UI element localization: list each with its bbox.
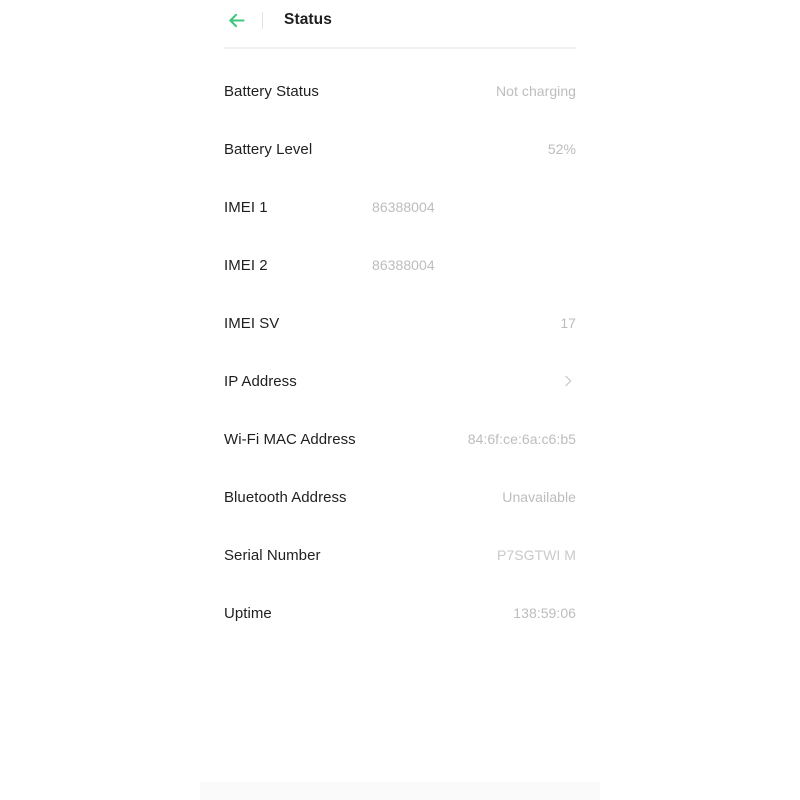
row-value: 86388004 xyxy=(372,199,435,215)
row-imei-2: IMEI 2 86388004 xyxy=(224,236,576,294)
row-bluetooth-address: Bluetooth Address Unavailable xyxy=(224,468,576,526)
row-label: IP Address xyxy=(224,372,297,390)
row-label: Battery Level xyxy=(224,140,313,158)
chevron-right-icon[interactable] xyxy=(560,373,576,389)
status-list: Battery Status Not charging Battery Leve… xyxy=(224,62,576,642)
row-value: 86388004 xyxy=(372,257,435,273)
row-label: Uptime xyxy=(224,604,272,622)
app-bar-divider xyxy=(262,11,263,29)
bottom-navigation-bar xyxy=(200,782,600,800)
page-title: Status xyxy=(284,11,332,28)
row-value: Unavailable xyxy=(502,489,576,505)
row-wifi-mac-address: Wi-Fi MAC Address 84:6f:ce:6a:c6:b5 xyxy=(224,410,576,468)
app-bar: Status xyxy=(224,0,576,40)
row-ip-address[interactable]: IP Address xyxy=(224,352,576,410)
row-label: IMEI 1 xyxy=(224,198,268,216)
row-battery-level: Battery Level 52% xyxy=(224,120,576,178)
row-value: 138:59:06 xyxy=(513,605,576,621)
content-column: Status Battery Status Not charging Batte… xyxy=(224,0,576,622)
row-label: IMEI 2 xyxy=(224,256,268,274)
row-uptime: Uptime 138:59:06 xyxy=(224,584,576,642)
row-value: 52% xyxy=(547,141,576,157)
row-label: Battery Status xyxy=(224,82,319,100)
row-serial-number: Serial Number P7SGTWI M xyxy=(224,526,576,584)
row-label: Serial Number xyxy=(224,546,321,564)
row-imei-1: IMEI 1 86388004 xyxy=(224,178,576,236)
row-battery-status: Battery Status Not charging xyxy=(224,62,576,120)
row-label: IMEI SV xyxy=(224,314,280,332)
row-value: 17 xyxy=(560,315,576,331)
arrow-left-icon xyxy=(226,10,247,31)
back-button[interactable] xyxy=(221,5,251,35)
row-value: P7SGTWI M xyxy=(496,547,576,563)
status-screen: Status Battery Status Not charging Batte… xyxy=(0,0,800,800)
row-label: Wi-Fi MAC Address xyxy=(224,430,356,448)
row-imei-sv: IMEI SV 17 xyxy=(224,294,576,352)
row-value: Not charging xyxy=(496,83,576,99)
row-value: 84:6f:ce:6a:c6:b5 xyxy=(467,431,576,447)
row-label: Bluetooth Address xyxy=(224,488,347,506)
header-underline xyxy=(224,47,576,49)
